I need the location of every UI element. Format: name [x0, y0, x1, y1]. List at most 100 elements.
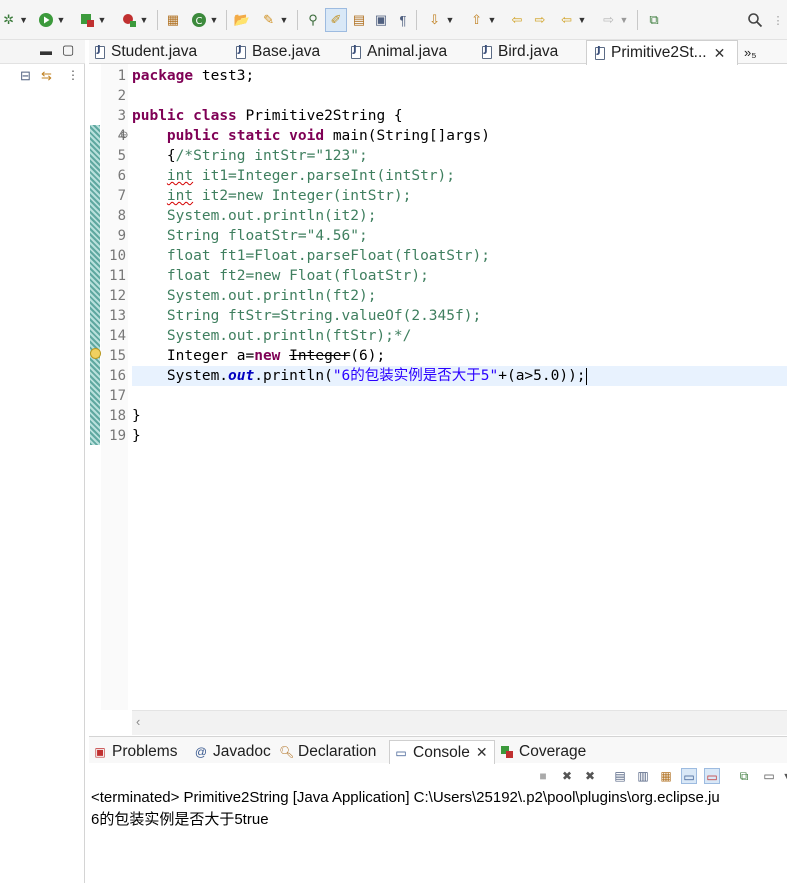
- line-number: 7: [117, 188, 126, 204]
- coverage-button[interactable]: ▼: [75, 8, 109, 32]
- more-tabs-button[interactable]: »₅: [744, 40, 756, 64]
- external-tools-button[interactable]: ▼: [116, 8, 152, 32]
- debug-button[interactable]: ✲ ▼: [0, 8, 28, 32]
- tab-declaration[interactable]: 🔍︎ Declaration: [279, 741, 376, 763]
- view-menu-icon[interactable]: ⋮: [67, 68, 79, 82]
- tab-console[interactable]: ▭ Console ✕: [389, 740, 495, 764]
- toggle-block-selection-button[interactable]: ▤: [349, 8, 369, 32]
- search-icon-tb: ✎: [263, 12, 274, 27]
- tab-primitive2string-java[interactable]: Primitive2St... ✕: [586, 40, 738, 65]
- console-output[interactable]: 6的包装实例是否大于5true: [91, 810, 269, 830]
- text-cursor: [585, 367, 587, 385]
- scroll-left-icon[interactable]: ‹: [136, 714, 140, 729]
- horizontal-scrollbar[interactable]: ‹: [132, 710, 787, 735]
- toggle-breadcrumb-button[interactable]: ▣: [371, 8, 391, 32]
- minimize-icon[interactable]: ▬: [40, 44, 52, 58]
- fold-collapse-icon[interactable]: ⊖: [120, 130, 128, 141]
- keyword: public: [132, 108, 185, 124]
- highlight-button[interactable]: ✐: [325, 8, 347, 32]
- maximize-icon[interactable]: ▢: [62, 42, 74, 58]
- spelling-error-marker: int: [166, 168, 194, 184]
- tab-label: Student.java: [111, 43, 198, 60]
- package-explorer-panel: ▬ ▢ ⊟ ⇆ ⋮: [0, 40, 85, 883]
- line-number: 15: [109, 348, 126, 364]
- pin-editor-button[interactable]: ⧉: [643, 8, 665, 32]
- pin-console-icon[interactable]: ⧉: [736, 768, 752, 784]
- show-console-on-stderr-icon[interactable]: ▭: [704, 768, 720, 784]
- code-text: main(String[]args): [324, 128, 490, 144]
- chevron-down-icon: ▼: [619, 15, 629, 25]
- change-indicator: [90, 125, 100, 445]
- previous-annotation-button[interactable]: ⇧ ▼: [464, 8, 500, 32]
- tab-coverage[interactable]: Coverage: [500, 741, 586, 763]
- tab-animal-java[interactable]: Animal.java: [351, 40, 447, 64]
- keyword: package: [132, 68, 194, 84]
- code-line: Integer a=new Integer(6);: [132, 346, 385, 366]
- chevron-down-icon: ▼: [19, 15, 28, 25]
- run-icon: [37, 11, 55, 29]
- tab-label: Primitive2St...: [611, 44, 707, 61]
- close-icon[interactable]: ✕: [476, 744, 488, 761]
- tab-label: Bird.java: [498, 43, 559, 60]
- external-tools-icon: [120, 11, 138, 29]
- last-edit-location-icon: ⇦: [511, 12, 523, 27]
- code-text: System.: [132, 368, 229, 384]
- tab-label: Declaration: [298, 743, 377, 760]
- line-number: 17: [109, 388, 126, 404]
- javadoc-icon: @: [194, 745, 208, 759]
- coverage-icon: [78, 11, 96, 29]
- line-number: 13: [109, 308, 126, 324]
- remove-all-terminated-icon[interactable]: ✖: [582, 768, 598, 784]
- open-type-icon: 📂: [233, 12, 251, 27]
- tab-problems[interactable]: ▣ Problems: [93, 741, 177, 763]
- console-toolbar: ■ ✖ ✖ ▤ ▥ ▦ ▭ ▭ ⧉ ▭ ▼: [89, 764, 787, 788]
- next-annotation-button[interactable]: ⇩ ▼: [422, 8, 458, 32]
- more-tabs-label: »₅: [744, 44, 757, 60]
- clear-console-icon[interactable]: ▤: [612, 768, 628, 784]
- remove-launch-icon[interactable]: ✖: [559, 768, 575, 784]
- link-with-editor-icon[interactable]: ⇆: [41, 68, 52, 84]
- chevron-down-icon: ▼: [209, 15, 219, 25]
- toolbar-separator: [637, 10, 638, 30]
- java-file-icon: [351, 44, 361, 59]
- terminate-icon[interactable]: ■: [535, 768, 551, 784]
- line-number-gutter: 1 2 3 4 5 6 7 8 9 10 11 12 13 14 15 16 17 18 19: [101, 64, 128, 710]
- tab-student-java[interactable]: Student.java: [95, 40, 197, 64]
- tab-bird-java[interactable]: Bird.java: [482, 40, 558, 64]
- code-line: System.out.println(ft2);: [132, 288, 377, 304]
- code-line: int it2=new Integer(intStr);: [166, 188, 412, 204]
- code-line: int it1=Integer.parseInt(intStr);: [166, 168, 456, 184]
- new-class-button[interactable]: C ▼: [187, 8, 221, 32]
- forward-icon: ⇨: [603, 12, 614, 27]
- last-edit-forward-button[interactable]: ⇨: [529, 8, 551, 32]
- warning-marker-icon[interactable]: [90, 348, 101, 359]
- chevron-down-icon[interactable]: ▼: [779, 768, 787, 784]
- display-selected-console-icon[interactable]: ▭: [761, 768, 777, 784]
- scroll-lock-icon[interactable]: ▥: [635, 768, 651, 784]
- open-type-button[interactable]: 📂: [232, 8, 252, 32]
- line-number: 14: [109, 328, 126, 344]
- toggle-mark-occurrences-button[interactable]: ⚲: [303, 8, 323, 32]
- new-java-package-button[interactable]: ▦: [163, 8, 183, 32]
- show-whitespace-button[interactable]: ¶: [393, 8, 413, 32]
- highlight-icon: ✐: [330, 12, 342, 27]
- line-number: 8: [117, 208, 126, 224]
- line-number: 16: [109, 368, 126, 384]
- back-button[interactable]: ⇦ ▼: [554, 8, 590, 32]
- close-icon[interactable]: ✕: [714, 45, 726, 62]
- word-wrap-icon[interactable]: ▦: [658, 768, 674, 784]
- tab-label: Javadoc: [213, 743, 271, 760]
- new-java-package-icon: ▦: [166, 12, 180, 27]
- tab-base-java[interactable]: Base.java: [236, 40, 320, 64]
- run-button[interactable]: ▼: [34, 8, 68, 32]
- search-button[interactable]: ✎ ▼: [256, 8, 292, 32]
- toolbar-drag-handle[interactable]: ⋮: [772, 8, 784, 32]
- tab-javadoc[interactable]: @ Javadoc: [194, 741, 271, 763]
- show-console-on-stdout-icon[interactable]: ▭: [681, 768, 697, 784]
- collapse-all-icon[interactable]: ⊟: [20, 68, 31, 84]
- forward-button[interactable]: ⇨ ▼: [596, 8, 632, 32]
- quick-access-search-button[interactable]: [744, 8, 766, 32]
- code-area[interactable]: package test3; public class Primitive2St…: [132, 64, 787, 710]
- last-edit-location-button[interactable]: ⇦: [506, 8, 528, 32]
